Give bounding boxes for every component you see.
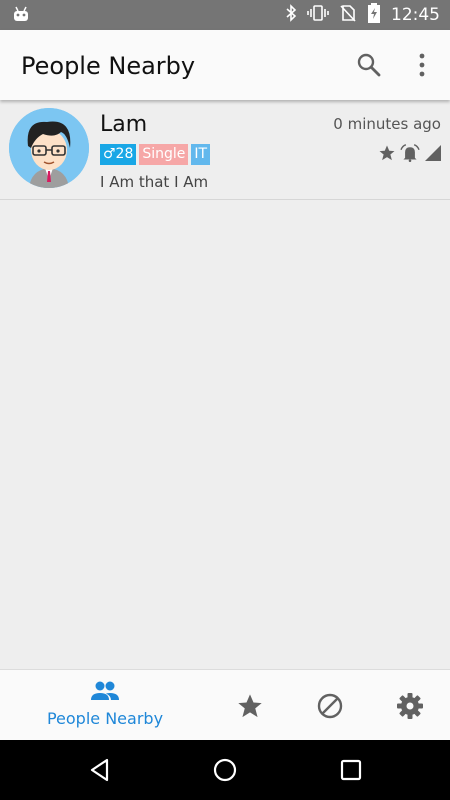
occupation-badge: IT: [191, 144, 211, 165]
relationship-badge: Single: [139, 144, 189, 165]
search-icon: [357, 53, 381, 77]
person-bio: I Am that I Am: [100, 173, 209, 191]
people-icon: [91, 681, 119, 700]
last-seen: 0 minutes ago: [333, 115, 441, 133]
tab-people-nearby[interactable]: People Nearby: [40, 680, 170, 735]
more-options-button[interactable]: [412, 52, 432, 78]
tab-people-nearby-label: People Nearby: [46, 709, 164, 728]
home-icon: [213, 758, 237, 782]
person-list-item[interactable]: Lam 0 minutes ago ♂28 Single IT I Am tha…: [0, 100, 450, 200]
alarm-icon: [400, 144, 420, 167]
page-title: People Nearby: [21, 52, 196, 80]
vibrate-icon: [307, 4, 329, 27]
tab-favorites[interactable]: [236, 692, 264, 720]
app-bar: People Nearby: [0, 30, 450, 100]
android-icon: [12, 5, 30, 28]
settings-icon: [397, 693, 423, 719]
gender-age-badge: ♂28: [100, 144, 137, 165]
back-icon: [90, 758, 109, 782]
back-button[interactable]: [87, 757, 113, 783]
block-icon: [317, 693, 343, 719]
clock: 12:45: [391, 5, 440, 25]
bottom-navigation: People Nearby: [0, 669, 450, 740]
avatar: [9, 108, 89, 188]
no-sim-icon: [339, 4, 357, 27]
star-icon: [378, 144, 396, 167]
tab-blocked[interactable]: [316, 692, 344, 720]
recents-icon: [340, 759, 362, 781]
tab-settings[interactable]: [396, 692, 424, 720]
person-name: Lam: [100, 112, 148, 137]
person-status-icons: [378, 144, 442, 167]
battery-charging-icon: [367, 2, 381, 28]
signal-icon: [424, 144, 442, 167]
status-bar: 12:45: [0, 0, 450, 30]
recents-button[interactable]: [338, 757, 364, 783]
home-button[interactable]: [212, 757, 238, 783]
system-navigation-bar: [0, 740, 450, 800]
search-button[interactable]: [356, 52, 382, 78]
more-vert-icon: [419, 53, 425, 77]
star-icon: [238, 694, 262, 718]
person-tags: ♂28 Single IT: [100, 144, 211, 165]
bluetooth-icon: [285, 3, 297, 27]
